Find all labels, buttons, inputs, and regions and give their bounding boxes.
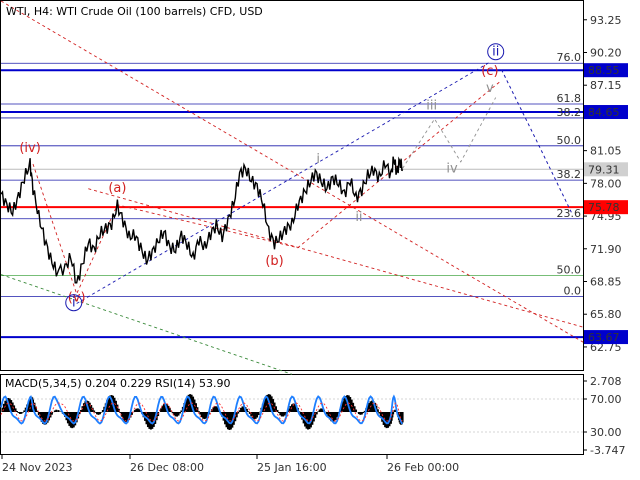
wave-label: v: [486, 81, 494, 96]
wave-label: (iv): [19, 141, 40, 156]
wave-label: iii: [426, 98, 437, 113]
fib-label: 23.6: [557, 207, 582, 220]
wave-label: i: [72, 296, 76, 311]
price-axis: 93.2590.2087.1581.0578.0074.9571.9068.85…: [583, 14, 628, 354]
y-tick-label: 87.15: [590, 79, 622, 92]
y-tick-label: 68.85: [590, 276, 622, 289]
fib-label: 50.0: [557, 264, 582, 277]
x-tick-label: 26 Dec 08:00: [130, 461, 204, 474]
price-chart: 76.061.838.250.038.223.650.00.0(iv)(a)(b…: [0, 0, 628, 474]
wave-label: ii: [355, 210, 362, 225]
wave-label: (a): [108, 181, 126, 196]
fib-label: 0.0: [564, 285, 582, 298]
macd-tick-label: 70.00: [590, 393, 622, 406]
y-tick-label: 90.20: [590, 46, 622, 59]
y-tick-label: 71.90: [590, 243, 622, 256]
y-tick-label: 93.25: [590, 14, 622, 27]
x-tick-label: 24 Nov 2023: [2, 461, 72, 474]
y-tick-label: 81.05: [590, 145, 622, 158]
level-price-label: 84.65: [588, 106, 620, 119]
chart-title: WTI, H4: WTI Crude Oil (100 barrels) CFD…: [6, 5, 263, 18]
macd-label: MACD(5,34,5) 0.204 0.229 RSI(14) 53.90: [5, 377, 230, 390]
fib-label: 61.8: [557, 92, 582, 105]
fib-label: 76.0: [557, 51, 582, 64]
wave-label: (b): [265, 254, 283, 269]
wave-label: (c): [481, 64, 498, 79]
macd-tick-label: 30.00: [590, 426, 622, 439]
time-axis: 24 Nov 2023 26 Dec 08:00 25 Jan 16:00 26 Fe…: [1, 454, 459, 474]
x-tick-label: 26 Feb 00:00: [387, 461, 459, 474]
wave-label: iv: [446, 162, 458, 177]
level-price-label: 63.67: [588, 331, 620, 344]
y-tick-label: 65.80: [590, 308, 622, 321]
y-tick-label: 78.00: [590, 177, 622, 190]
level-price-label: 88.55: [588, 64, 620, 77]
fib-label: 38.2: [557, 106, 582, 119]
wave-label: ii: [492, 45, 499, 60]
macd-tick-label: 2.708: [590, 375, 622, 388]
current-price-label: 79.31: [588, 163, 620, 176]
macd-tick-label: -3.747: [590, 444, 625, 457]
fib-label: 38.2: [557, 168, 582, 181]
level-price-label: 75.78: [588, 201, 620, 214]
wave-label: i: [316, 152, 320, 167]
fib-label: 50.0: [557, 134, 582, 147]
x-tick-label: 25 Jan 16:00: [257, 461, 327, 474]
wave-label: (v): [68, 290, 86, 305]
